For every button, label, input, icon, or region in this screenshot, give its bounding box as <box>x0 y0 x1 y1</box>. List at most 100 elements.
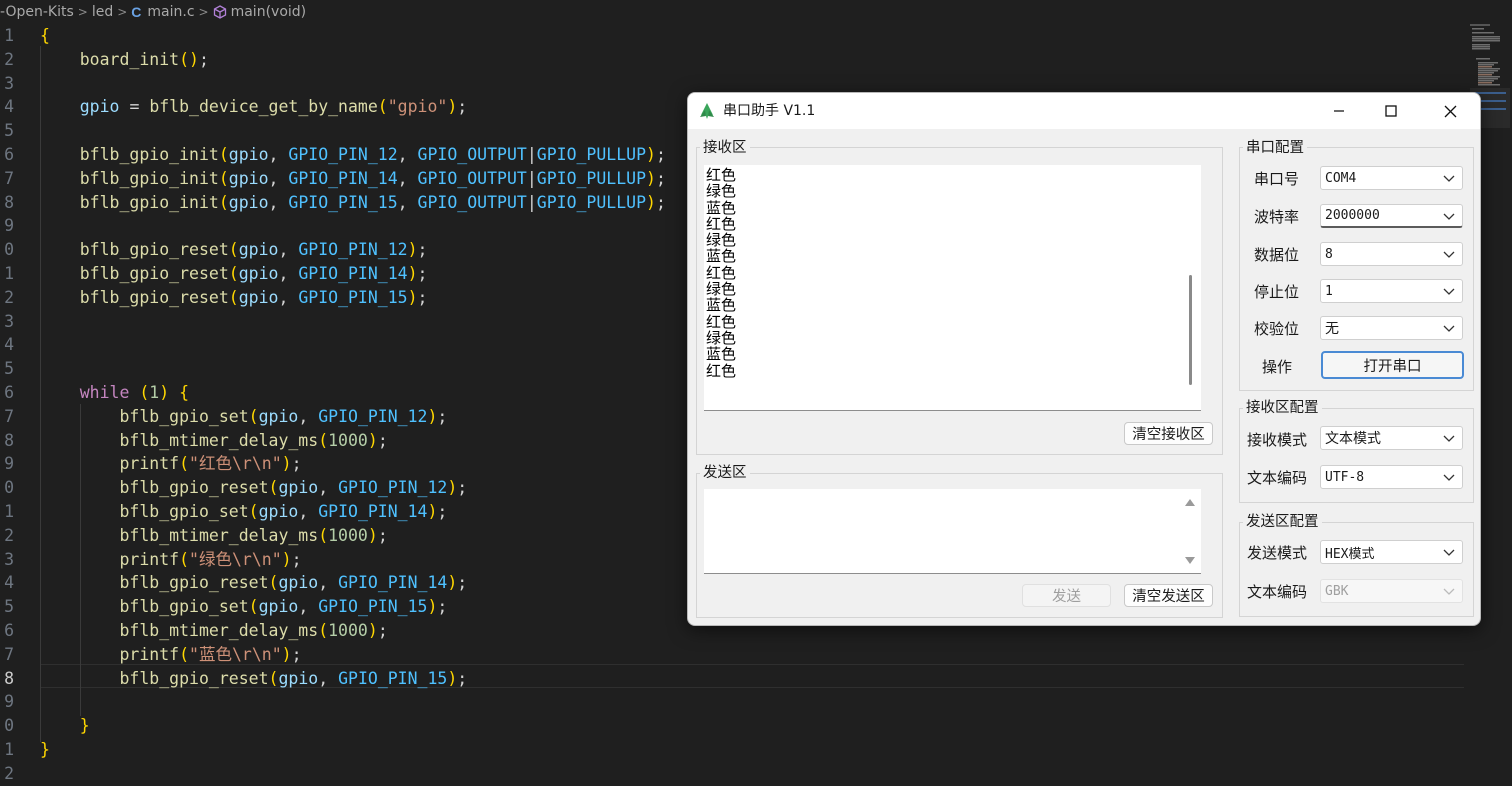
receive-area-label: 接收区 <box>700 136 750 157</box>
maximize-button[interactable] <box>1363 93 1419 129</box>
baud-value: 2000000 <box>1325 208 1380 223</box>
code-text: } <box>40 740 50 759</box>
chevron-right-icon: > <box>117 5 128 19</box>
window-title: 串口助手 V1.1 <box>723 103 816 119</box>
line-number: 2 <box>4 49 14 69</box>
receive-scrollbar[interactable] <box>1189 275 1192 385</box>
line-number: 7 <box>4 644 14 664</box>
send-config-label: 发送区配置 <box>1243 510 1322 531</box>
receive-line: 绿色 <box>706 328 737 347</box>
receive-mode-value: 文本模式 <box>1325 431 1381 447</box>
code-text: printf("红色\r\n"); <box>119 454 302 474</box>
code-text: gpio = bflb_device_get_by_name("gpio"); <box>79 97 468 117</box>
parity-value: 无 <box>1325 321 1339 337</box>
code-text: bflb_gpio_reset(gpio, GPIO_PIN_12); <box>119 478 468 498</box>
chevron-down-icon <box>1443 288 1455 295</box>
line-number: 5 <box>4 597 14 617</box>
line-number: 3 <box>4 73 14 93</box>
clear-receive-button[interactable]: 清空接收区 <box>1124 422 1213 445</box>
receive-line: 红色 <box>706 214 737 233</box>
line-number: 8 <box>4 668 14 688</box>
breadcrumb-symbol[interactable]: main(void) <box>231 4 307 20</box>
line-number: 4 <box>4 97 14 117</box>
send-mode-select[interactable]: HEX模式 <box>1320 540 1463 564</box>
code-text: bflb_gpio_init(gpio, GPIO_PIN_12, GPIO_O… <box>79 145 666 164</box>
chevron-right-icon: > <box>77 5 88 19</box>
send-encoding-value: GBK <box>1325 583 1349 599</box>
scroll-down-icon[interactable] <box>1185 557 1195 564</box>
receive-lines: 红色 绿色 蓝色 红色 绿色 蓝色 红色 绿色 蓝色 红色 绿色 蓝色 红色 <box>706 167 1176 379</box>
clear-send-button[interactable]: 清空发送区 <box>1124 584 1213 607</box>
breadcrumb-file[interactable]: main.c <box>147 4 194 20</box>
receive-text-area[interactable]: 红色 绿色 蓝色 红色 绿色 蓝色 红色 绿色 蓝色 红色 绿色 蓝色 红色 <box>704 165 1201 411</box>
serial-assistant-window: 串口助手 V1.1 接收区 红色 绿色 蓝色 红色 绿色 蓝色 红色 绿色 蓝色 红色 绿色 蓝色 红色… <box>687 92 1481 626</box>
receive-line: 蓝色 <box>706 198 737 217</box>
stopbits-select[interactable]: 1 <box>1320 279 1463 303</box>
scroll-up-icon[interactable] <box>1185 499 1195 506</box>
code-text: bflb_gpio_reset(gpio, GPIO_PIN_15); <box>119 668 468 688</box>
send-area-label: 发送区 <box>700 461 750 482</box>
receive-line: 红色 <box>706 166 737 184</box>
stopbits-value: 1 <box>1325 283 1333 299</box>
code-text: printf("蓝色\r\n"); <box>119 644 302 664</box>
receive-encoding-select[interactable]: UTF-8 <box>1320 465 1463 489</box>
databits-label: 数据位 <box>1254 246 1300 264</box>
parity-select[interactable]: 无 <box>1320 316 1463 340</box>
code-text: while (1) { <box>79 383 190 402</box>
open-port-button[interactable]: 打开串口 <box>1321 351 1464 379</box>
line-number: 0 <box>4 716 14 736</box>
code-text: bflb_gpio_set(gpio, GPIO_PIN_12); <box>119 406 448 426</box>
receive-mode-select[interactable]: 文本模式 <box>1320 426 1463 450</box>
send-text-area[interactable] <box>704 489 1201 574</box>
chevron-down-icon <box>1443 549 1455 556</box>
chevron-down-icon <box>1443 175 1455 182</box>
chevron-down-icon <box>1443 588 1455 595</box>
code-text: { <box>40 26 50 45</box>
databits-select[interactable]: 8 <box>1320 242 1463 266</box>
line-number: 7 <box>4 406 14 426</box>
line-number: 1 <box>4 26 14 45</box>
receive-line: 蓝色 <box>706 247 737 266</box>
close-icon <box>1444 105 1456 117</box>
chevron-down-icon <box>1443 251 1455 258</box>
line-number: 4 <box>4 573 14 593</box>
port-select[interactable]: COM4 <box>1320 166 1463 190</box>
line-number: 4 <box>4 335 14 355</box>
baud-select[interactable]: 2000000 <box>1320 204 1463 228</box>
send-mode-value: HEX模式 <box>1325 546 1375 562</box>
chevron-right-icon: > <box>198 5 209 19</box>
line-number: 9 <box>4 454 14 474</box>
close-button[interactable] <box>1422 93 1478 129</box>
receive-line: 红色 <box>706 263 737 282</box>
line-number: 8 <box>4 430 14 450</box>
databits-value: 8 <box>1325 246 1333 262</box>
chevron-down-icon <box>1443 474 1455 481</box>
minimize-icon <box>1334 110 1344 112</box>
line-number: 6 <box>4 621 14 640</box>
code-text: bflb_gpio_reset(gpio, GPIO_PIN_14); <box>119 573 468 593</box>
code-text: printf("绿色\r\n"); <box>119 549 302 569</box>
send-encoding-select[interactable]: GBK <box>1320 579 1463 603</box>
code-text: bflb_gpio_set(gpio, GPIO_PIN_15); <box>119 597 448 617</box>
code-text: bflb_gpio_init(gpio, GPIO_PIN_15, GPIO_O… <box>79 192 666 212</box>
line-number: 9 <box>4 692 14 712</box>
receive-line: 红色 <box>706 361 737 380</box>
receive-line: 蓝色 <box>706 345 737 364</box>
line-number: 3 <box>4 311 14 331</box>
minimize-button[interactable] <box>1311 93 1367 129</box>
cube-icon <box>213 5 226 19</box>
breadcrumb: -Open-Kits > led > C main.c > main(void) <box>0 0 1512 24</box>
receive-mode-label: 接收模式 <box>1247 431 1308 449</box>
receive-line: 绿色 <box>706 231 737 250</box>
baud-label: 波特率 <box>1254 208 1300 226</box>
code-text: bflb_gpio_reset(gpio, GPIO_PIN_12); <box>79 240 428 260</box>
send-button[interactable]: 发送 <box>1022 584 1111 607</box>
line-number: 5 <box>4 121 14 141</box>
breadcrumb-folder[interactable]: led <box>92 4 113 20</box>
title-bar[interactable]: 串口助手 V1.1 <box>688 93 1480 129</box>
chevron-down-icon <box>1443 435 1455 442</box>
port-config-label: 串口配置 <box>1243 136 1307 157</box>
parity-label: 校验位 <box>1254 320 1300 338</box>
breadcrumb-project[interactable]: -Open-Kits <box>0 4 74 20</box>
code-text: } <box>79 716 90 736</box>
